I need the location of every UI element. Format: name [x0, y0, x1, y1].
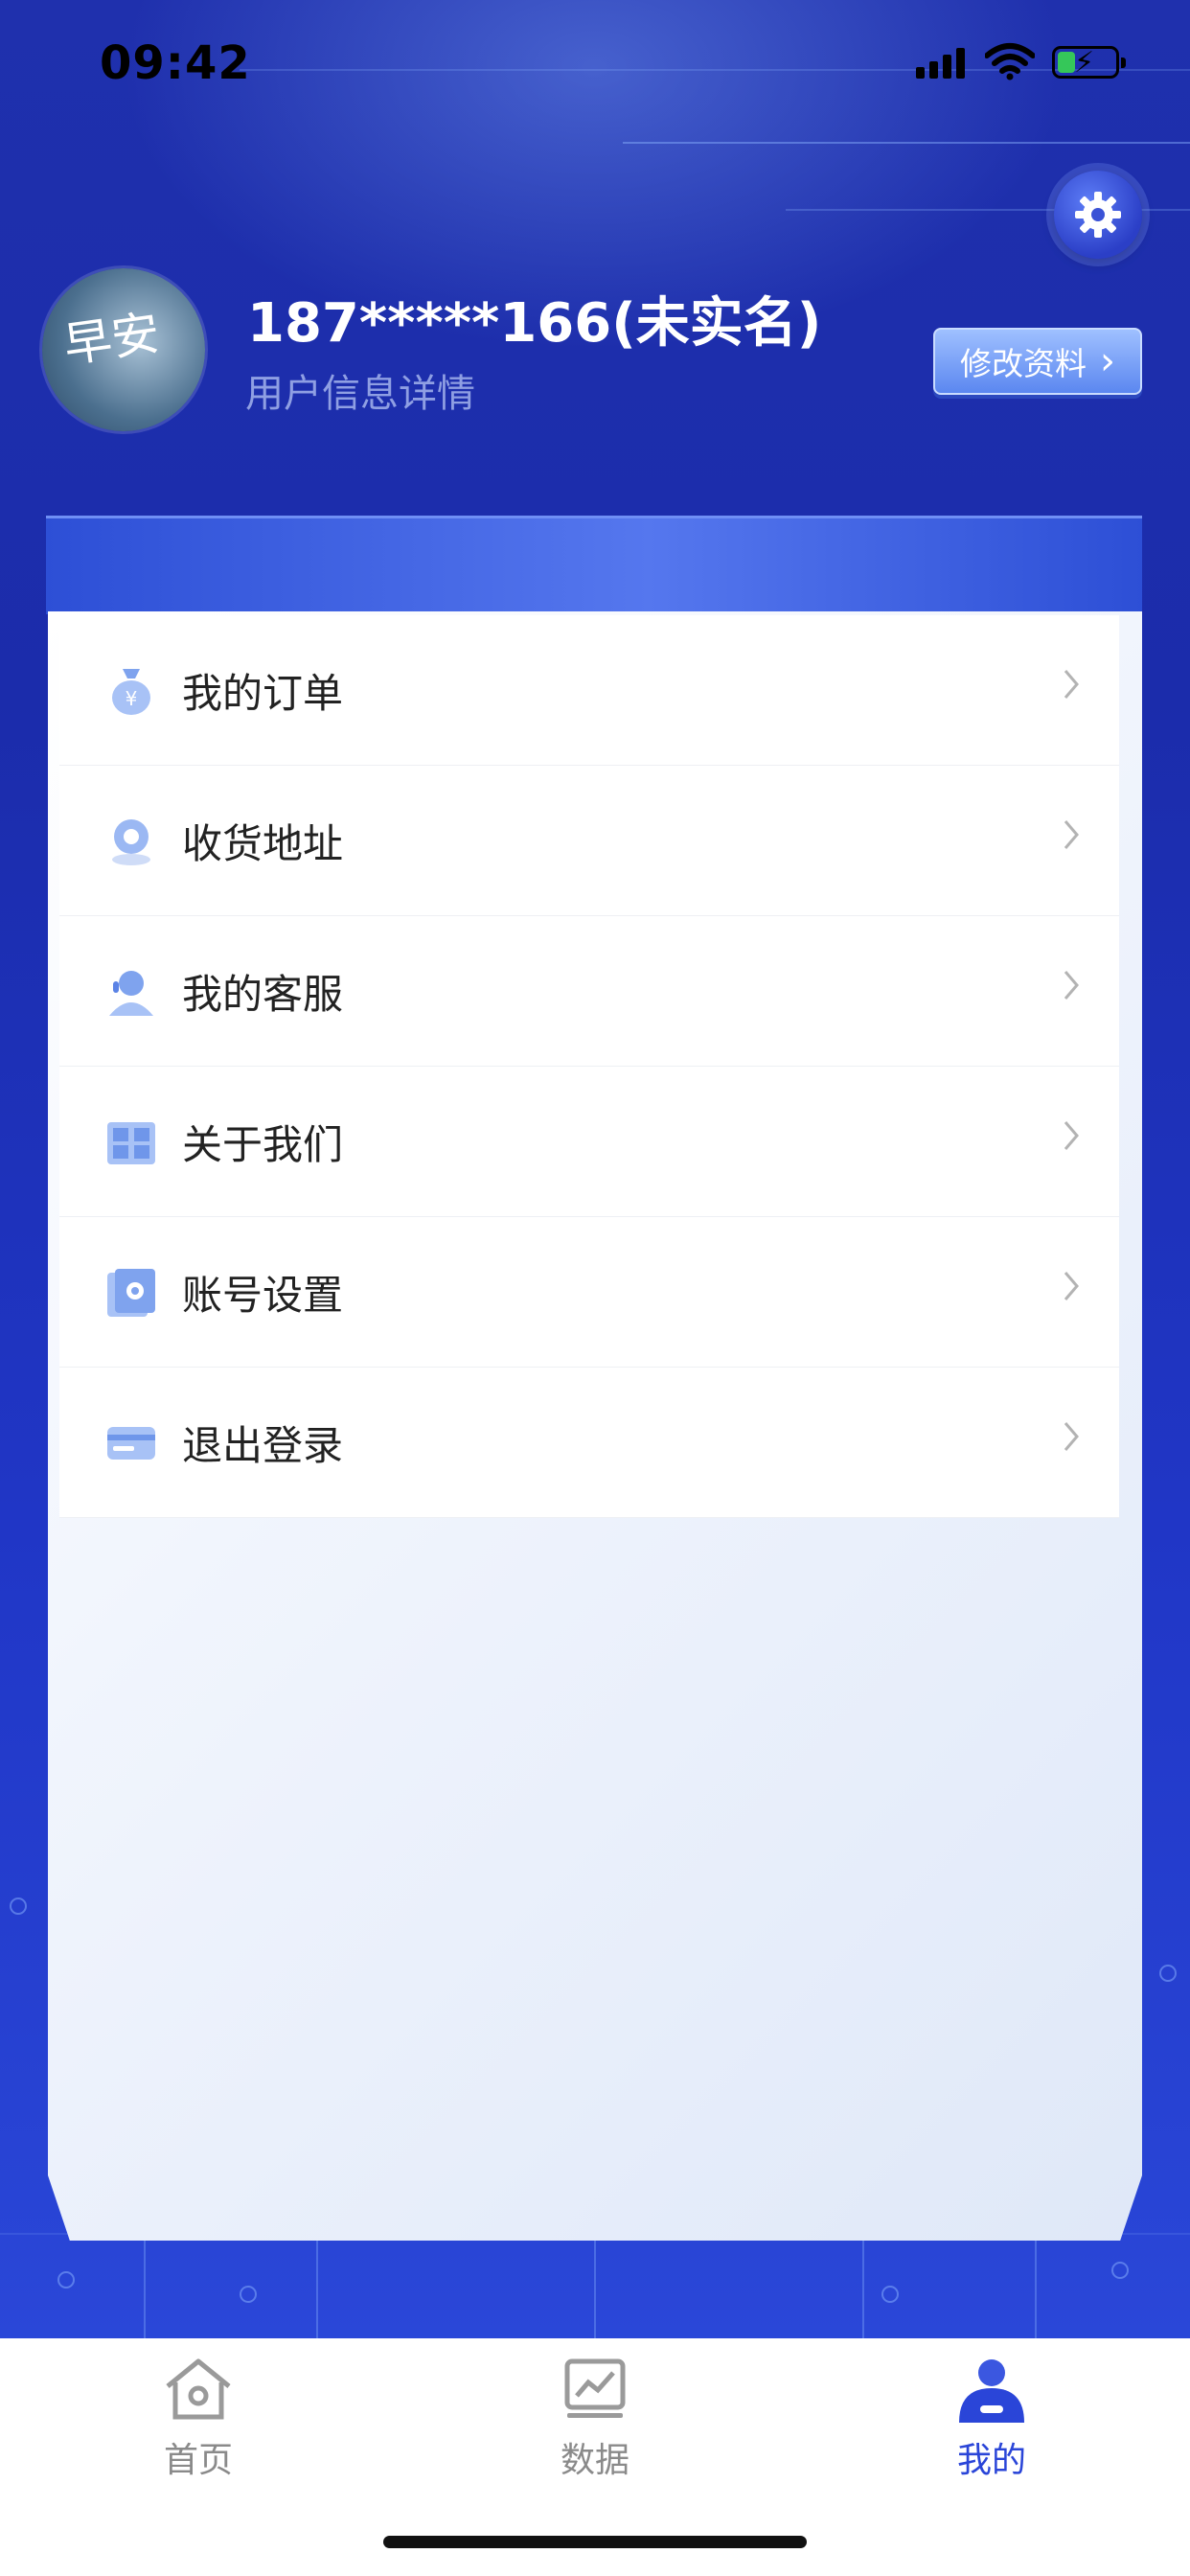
- menu-item-customer-service[interactable]: 我的客服: [59, 916, 1119, 1067]
- tab-home[interactable]: 首页: [0, 2338, 397, 2511]
- battery-icon: ⚡: [1052, 46, 1126, 80]
- card-header: [46, 516, 1142, 614]
- menu-item-label: 退出登录: [182, 1422, 344, 1469]
- chevron-right-icon: [1064, 1121, 1079, 1150]
- location-pin-icon: [112, 819, 150, 865]
- avatar[interactable]: 早安: [42, 268, 205, 431]
- chevron-right-icon: ›: [1100, 339, 1115, 383]
- menu-item-my-orders[interactable]: ¥ 我的订单: [59, 615, 1119, 766]
- menu-item-label: 我的订单: [182, 670, 344, 717]
- menu-item-label: 关于我们: [182, 1121, 344, 1168]
- tab-data[interactable]: 数据: [397, 2338, 793, 2511]
- menu-item-logout[interactable]: 退出登录: [59, 1368, 1119, 1518]
- user-info-detail-link[interactable]: 用户信息详情: [245, 362, 475, 418]
- status-bar: 09:42 ⚡: [0, 0, 1190, 125]
- home-indicator: [383, 2536, 807, 2548]
- menu-item-label: 我的客服: [182, 971, 344, 1018]
- logout-card-icon: [107, 1427, 155, 1460]
- chevron-right-icon: [1064, 670, 1079, 699]
- menu-item-account-settings[interactable]: 账号设置: [59, 1217, 1119, 1368]
- menu-list: ¥ 我的订单 收货地址 我的客服 关于我们 账号设置 退出登录: [59, 615, 1119, 1518]
- menu-item-label: 账号设置: [182, 1272, 344, 1319]
- edit-profile-label: 修改资料: [960, 345, 1087, 382]
- tab-label: 我的: [956, 2441, 1026, 2480]
- money-bag-icon: ¥: [112, 669, 150, 715]
- username: 187*****166(未实名): [247, 292, 822, 355]
- tab-label: 数据: [560, 2441, 629, 2480]
- settings-button[interactable]: [1054, 171, 1142, 259]
- settings-doc-icon: [107, 1269, 155, 1317]
- avatar-text: 早安: [60, 305, 164, 374]
- chevron-right-icon: [1064, 1422, 1079, 1451]
- chart-icon: [564, 2358, 626, 2418]
- customer-service-icon: [109, 971, 153, 1016]
- chevron-right-icon: [1064, 971, 1079, 1000]
- user-icon: [959, 2359, 1024, 2423]
- building-icon: [107, 1122, 155, 1164]
- edit-profile-button[interactable]: 修改资料 ›: [933, 328, 1142, 395]
- chevron-right-icon: [1064, 1272, 1079, 1300]
- wifi-icon: [985, 43, 1035, 80]
- home-icon: [166, 2358, 231, 2420]
- signal-icon: [916, 48, 970, 79]
- tab-mine[interactable]: 我的: [793, 2338, 1190, 2511]
- menu-item-shipping-address[interactable]: 收货地址: [59, 766, 1119, 916]
- tab-label: 首页: [163, 2441, 233, 2480]
- chevron-right-icon: [1064, 820, 1079, 849]
- menu-card: ¥ 我的订单 收货地址 我的客服 关于我们 账号设置 退出登录: [48, 611, 1142, 2241]
- status-time: 09:42: [100, 36, 251, 90]
- svg-text:¥: ¥: [126, 687, 138, 710]
- menu-item-about-us[interactable]: 关于我们: [59, 1067, 1119, 1217]
- menu-item-label: 收货地址: [182, 820, 344, 867]
- gear-icon: [1075, 192, 1121, 238]
